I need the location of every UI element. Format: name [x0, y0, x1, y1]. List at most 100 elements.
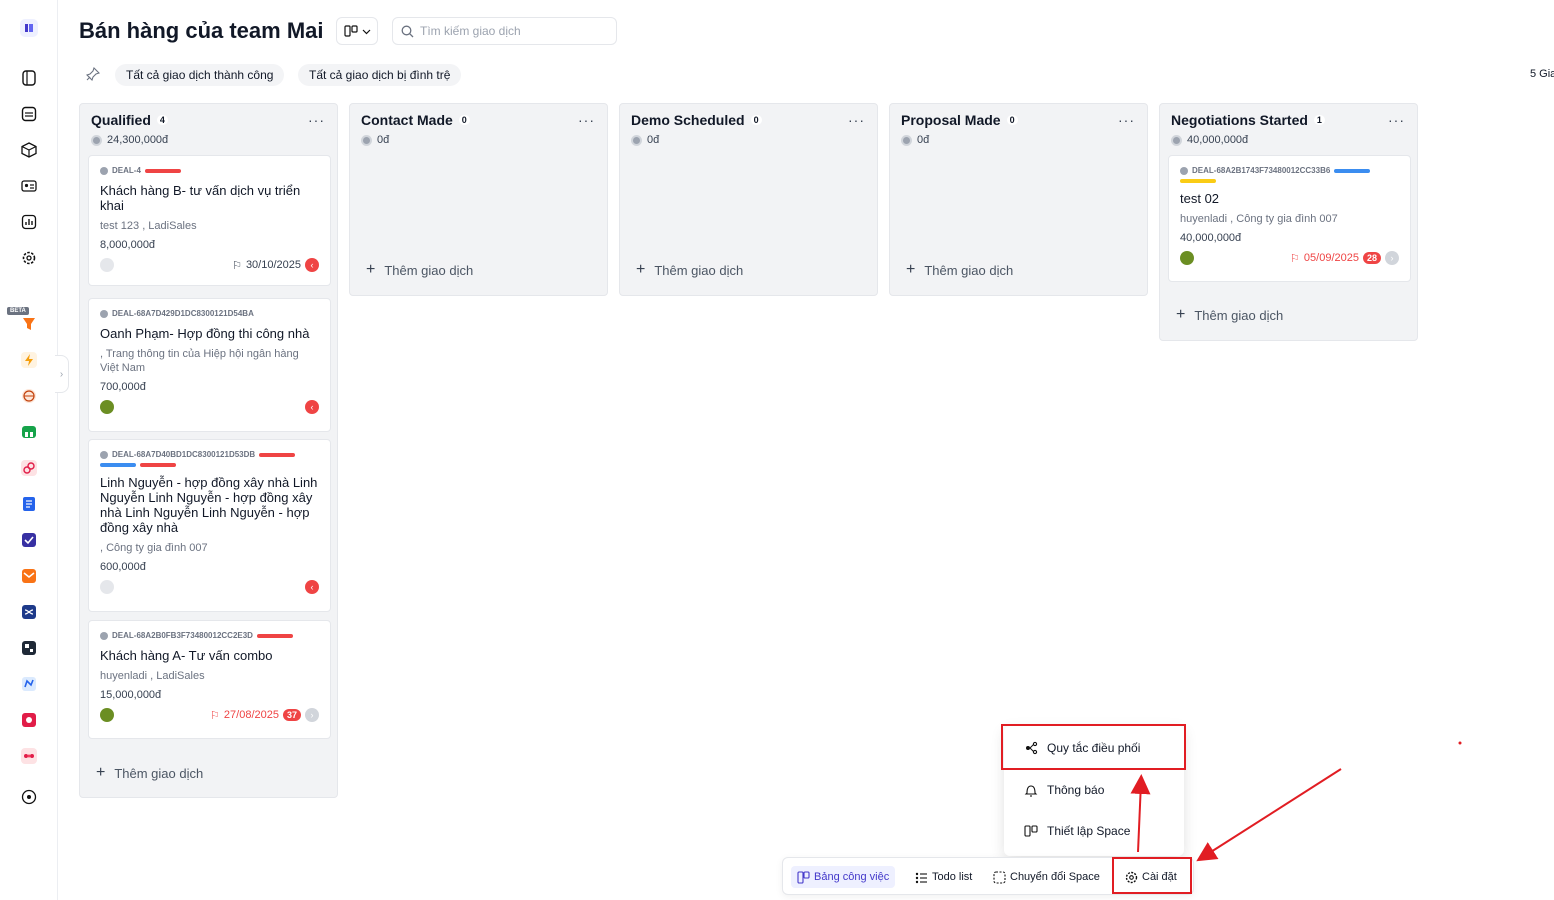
flag-icon: ⚐ [1290, 252, 1300, 265]
menu-item-notifications[interactable]: Thông báo [1024, 783, 1104, 797]
funnel-app-icon[interactable] [19, 314, 39, 334]
more-icon[interactable]: ··· [308, 112, 325, 128]
status-dot [100, 631, 108, 640]
column-count: 0 [750, 115, 762, 125]
annotation-highlight-settings [1112, 857, 1192, 894]
flash-app-icon[interactable] [19, 350, 39, 370]
chevron-left-icon[interactable]: ‹ [305, 580, 319, 594]
chevron-left-icon[interactable]: ‹ [305, 400, 319, 414]
more-icon[interactable]: ··· [1388, 112, 1405, 128]
page-title: Bán hàng của team Mai [79, 18, 324, 43]
search-input[interactable] [420, 24, 610, 38]
chevron-right-icon[interactable]: › [1385, 251, 1399, 265]
search-box[interactable] [392, 17, 617, 45]
switch-space-label: Chuyển đổi Space [1010, 871, 1100, 883]
todo-list-label: Todo list [932, 871, 973, 883]
status-dot [100, 450, 108, 459]
deal-title: Linh Nguyễn - hợp đồng xây nhà Linh Nguy… [100, 475, 318, 535]
deal-card[interactable]: DEAL-68A7D429D1DC8300121D54BA Oanh Phạm-… [88, 298, 331, 432]
view-switch-dropdown[interactable] [336, 17, 378, 45]
deal-date: 27/08/2025 [223, 709, 279, 721]
column-sum: 0đ [377, 134, 390, 146]
column-title: Negotiations Started [1171, 112, 1308, 128]
deal-card[interactable]: DEAL-68A7D40BD1DC8300121D53DB Linh Nguyễ… [88, 439, 331, 612]
board-view-label: Bảng công việc [814, 871, 890, 883]
tag-bar [140, 463, 176, 467]
menu-item-space-settings[interactable]: Thiết lập Space [1024, 824, 1130, 838]
add-deal-button[interactable]: + Thêm giao dịch [366, 261, 473, 279]
globe-app-icon[interactable] [19, 386, 39, 406]
add-deal-button[interactable]: + Thêm giao dịch [906, 261, 1013, 279]
chevron-right-icon[interactable]: › [305, 708, 319, 722]
deal-id: DEAL-68A2B1743F73480012CC33B6 [1192, 166, 1331, 175]
form-app-icon[interactable] [19, 530, 39, 550]
coin-icon [91, 134, 102, 146]
deal-count: 5 Gia [1530, 68, 1554, 80]
add-deal-label: Thêm giao dịch [654, 262, 744, 278]
deal-amount: 600,000đ [100, 561, 146, 573]
mail-app-icon[interactable] [19, 566, 39, 586]
board-view-icon [343, 25, 358, 37]
media-app-icon[interactable] [19, 710, 39, 730]
deal-title: Khách hàng B- tư vấn dịch vụ triển khai [100, 183, 301, 213]
deal-id: DEAL-68A2B0FB3F73480012CC2E3D [112, 631, 253, 640]
book-icon[interactable] [19, 68, 39, 88]
add-deal-button[interactable]: + Thêm giao dịch [96, 764, 203, 782]
link-app-icon[interactable] [19, 458, 39, 478]
sidebar-expand-toggle[interactable]: › [55, 355, 69, 393]
pin-icon[interactable] [85, 66, 101, 86]
coin-icon [631, 134, 642, 146]
grid-app-icon[interactable] [19, 638, 39, 658]
column-negotiations-started: Negotiations Started 1 ··· 40,000,000đ DE… [1159, 103, 1418, 341]
status-dot [100, 166, 108, 175]
add-deal-button[interactable]: + Thêm giao dịch [1176, 306, 1283, 324]
settings-icon[interactable] [19, 248, 39, 268]
filter-chip-success[interactable]: Tất cả giao dịch thành công [115, 64, 285, 86]
column-sum: 0đ [917, 134, 930, 146]
avatar [100, 580, 114, 594]
chat-app-icon[interactable] [19, 674, 39, 694]
search-icon [401, 25, 414, 37]
deal-card[interactable]: DEAL-4 Khách hàng B- tư vấn dịch vụ triể… [88, 155, 331, 286]
overdue-badge: 28 [1362, 252, 1381, 264]
add-app-icon[interactable] [19, 787, 39, 807]
menu-item-label: Thiết lập Space [1047, 824, 1131, 838]
coin-icon [361, 134, 372, 146]
add-deal-label: Thêm giao dịch [924, 262, 1014, 278]
board-view-button[interactable]: Bảng công việc [791, 866, 896, 888]
chevron-left-icon[interactable]: ‹ [305, 258, 319, 272]
todo-list-button[interactable]: Todo list [909, 866, 978, 888]
column-sum: 24,300,000đ [107, 134, 169, 146]
deal-card[interactable]: DEAL-68A2B0FB3F73480012CC2E3D Khách hàng… [88, 620, 331, 739]
deal-card[interactable]: DEAL-68A2B1743F73480012CC33B6 test 02 hu… [1168, 155, 1411, 282]
analytics-icon[interactable] [19, 212, 39, 232]
inbox-icon[interactable] [19, 104, 39, 124]
annotation-dot [1458, 741, 1462, 745]
plus-icon: + [366, 261, 376, 278]
team-app-icon[interactable] [19, 746, 39, 766]
tag-bar [256, 633, 293, 638]
plus-icon: + [906, 261, 916, 278]
switch-space-button[interactable]: Chuyển đổi Space [987, 866, 1106, 888]
avatar [100, 708, 114, 722]
deal-date: 30/10/2025 [245, 259, 301, 271]
contact-card-icon[interactable] [19, 176, 39, 196]
cube-icon[interactable] [19, 140, 39, 160]
store-app-icon[interactable] [19, 422, 39, 442]
deal-id: DEAL-68A7D429D1DC8300121D54BA [112, 309, 254, 318]
column-sum: 40,000,000đ [1187, 134, 1249, 146]
add-deal-button[interactable]: + Thêm giao dịch [636, 261, 743, 279]
filter-chip-stalled[interactable]: Tất cả giao dịch bị đình trệ [298, 64, 462, 86]
more-icon[interactable]: ··· [848, 112, 865, 128]
deal-contact: huyenladi , LadiSales [100, 670, 205, 682]
more-icon[interactable]: ··· [1118, 112, 1135, 128]
column-count: 4 [156, 115, 168, 125]
chevron-down-icon [362, 29, 370, 34]
column-title: Qualified [91, 112, 151, 128]
more-icon[interactable]: ··· [578, 112, 595, 128]
coin-icon [901, 134, 912, 146]
sidebar: BETA [0, 0, 58, 900]
workspace-icon[interactable] [19, 18, 39, 38]
shuffle-app-icon[interactable] [19, 602, 39, 622]
document-app-icon[interactable] [19, 494, 39, 514]
